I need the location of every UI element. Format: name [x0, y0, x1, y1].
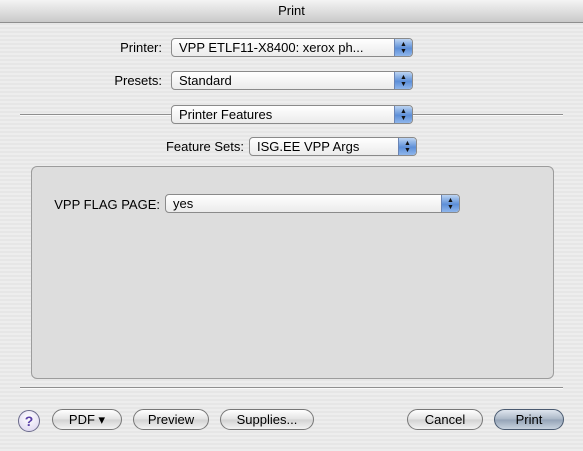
- vpp-flag-page-popup[interactable]: yes ▲ ▼: [165, 194, 460, 213]
- up-down-arrows-icon: ▲ ▼: [441, 195, 459, 212]
- presets-popup[interactable]: Standard ▲ ▼: [171, 71, 413, 90]
- printer-popup[interactable]: VPP ETLF11-X8400: xerox ph... ▲ ▼: [171, 38, 413, 57]
- vpp-flag-page-label: VPP FLAG PAGE:: [54, 197, 160, 212]
- preview-button[interactable]: Preview: [133, 409, 209, 430]
- up-down-arrows-icon: ▲ ▼: [394, 106, 412, 123]
- feature-sets-value: ISG.EE VPP Args: [257, 139, 360, 154]
- up-down-arrows-icon: ▲ ▼: [394, 39, 412, 56]
- supplies-button[interactable]: Supplies...: [220, 409, 314, 430]
- pdf-button[interactable]: PDF ▾: [52, 409, 122, 430]
- separator-left: [20, 114, 171, 116]
- window-title: Print: [0, 0, 583, 23]
- vpp-flag-page-value: yes: [173, 196, 194, 211]
- separator-right: [413, 114, 563, 116]
- help-button[interactable]: ?: [18, 410, 40, 432]
- presets-label: Presets:: [114, 73, 162, 88]
- pane-value: Printer Features: [179, 107, 273, 122]
- up-down-arrows-icon: ▲ ▼: [398, 138, 416, 155]
- print-button[interactable]: Print: [494, 409, 564, 430]
- printer-value: VPP ETLF11-X8400: xerox ph...: [179, 40, 364, 55]
- printer-label: Printer:: [120, 40, 162, 55]
- feature-sets-popup[interactable]: ISG.EE VPP Args ▲ ▼: [249, 137, 417, 156]
- presets-value: Standard: [179, 73, 232, 88]
- separator-bottom: [20, 387, 563, 389]
- pane-popup[interactable]: Printer Features ▲ ▼: [171, 105, 413, 124]
- up-down-arrows-icon: ▲ ▼: [394, 72, 412, 89]
- cancel-button[interactable]: Cancel: [407, 409, 483, 430]
- feature-sets-label: Feature Sets:: [165, 139, 244, 154]
